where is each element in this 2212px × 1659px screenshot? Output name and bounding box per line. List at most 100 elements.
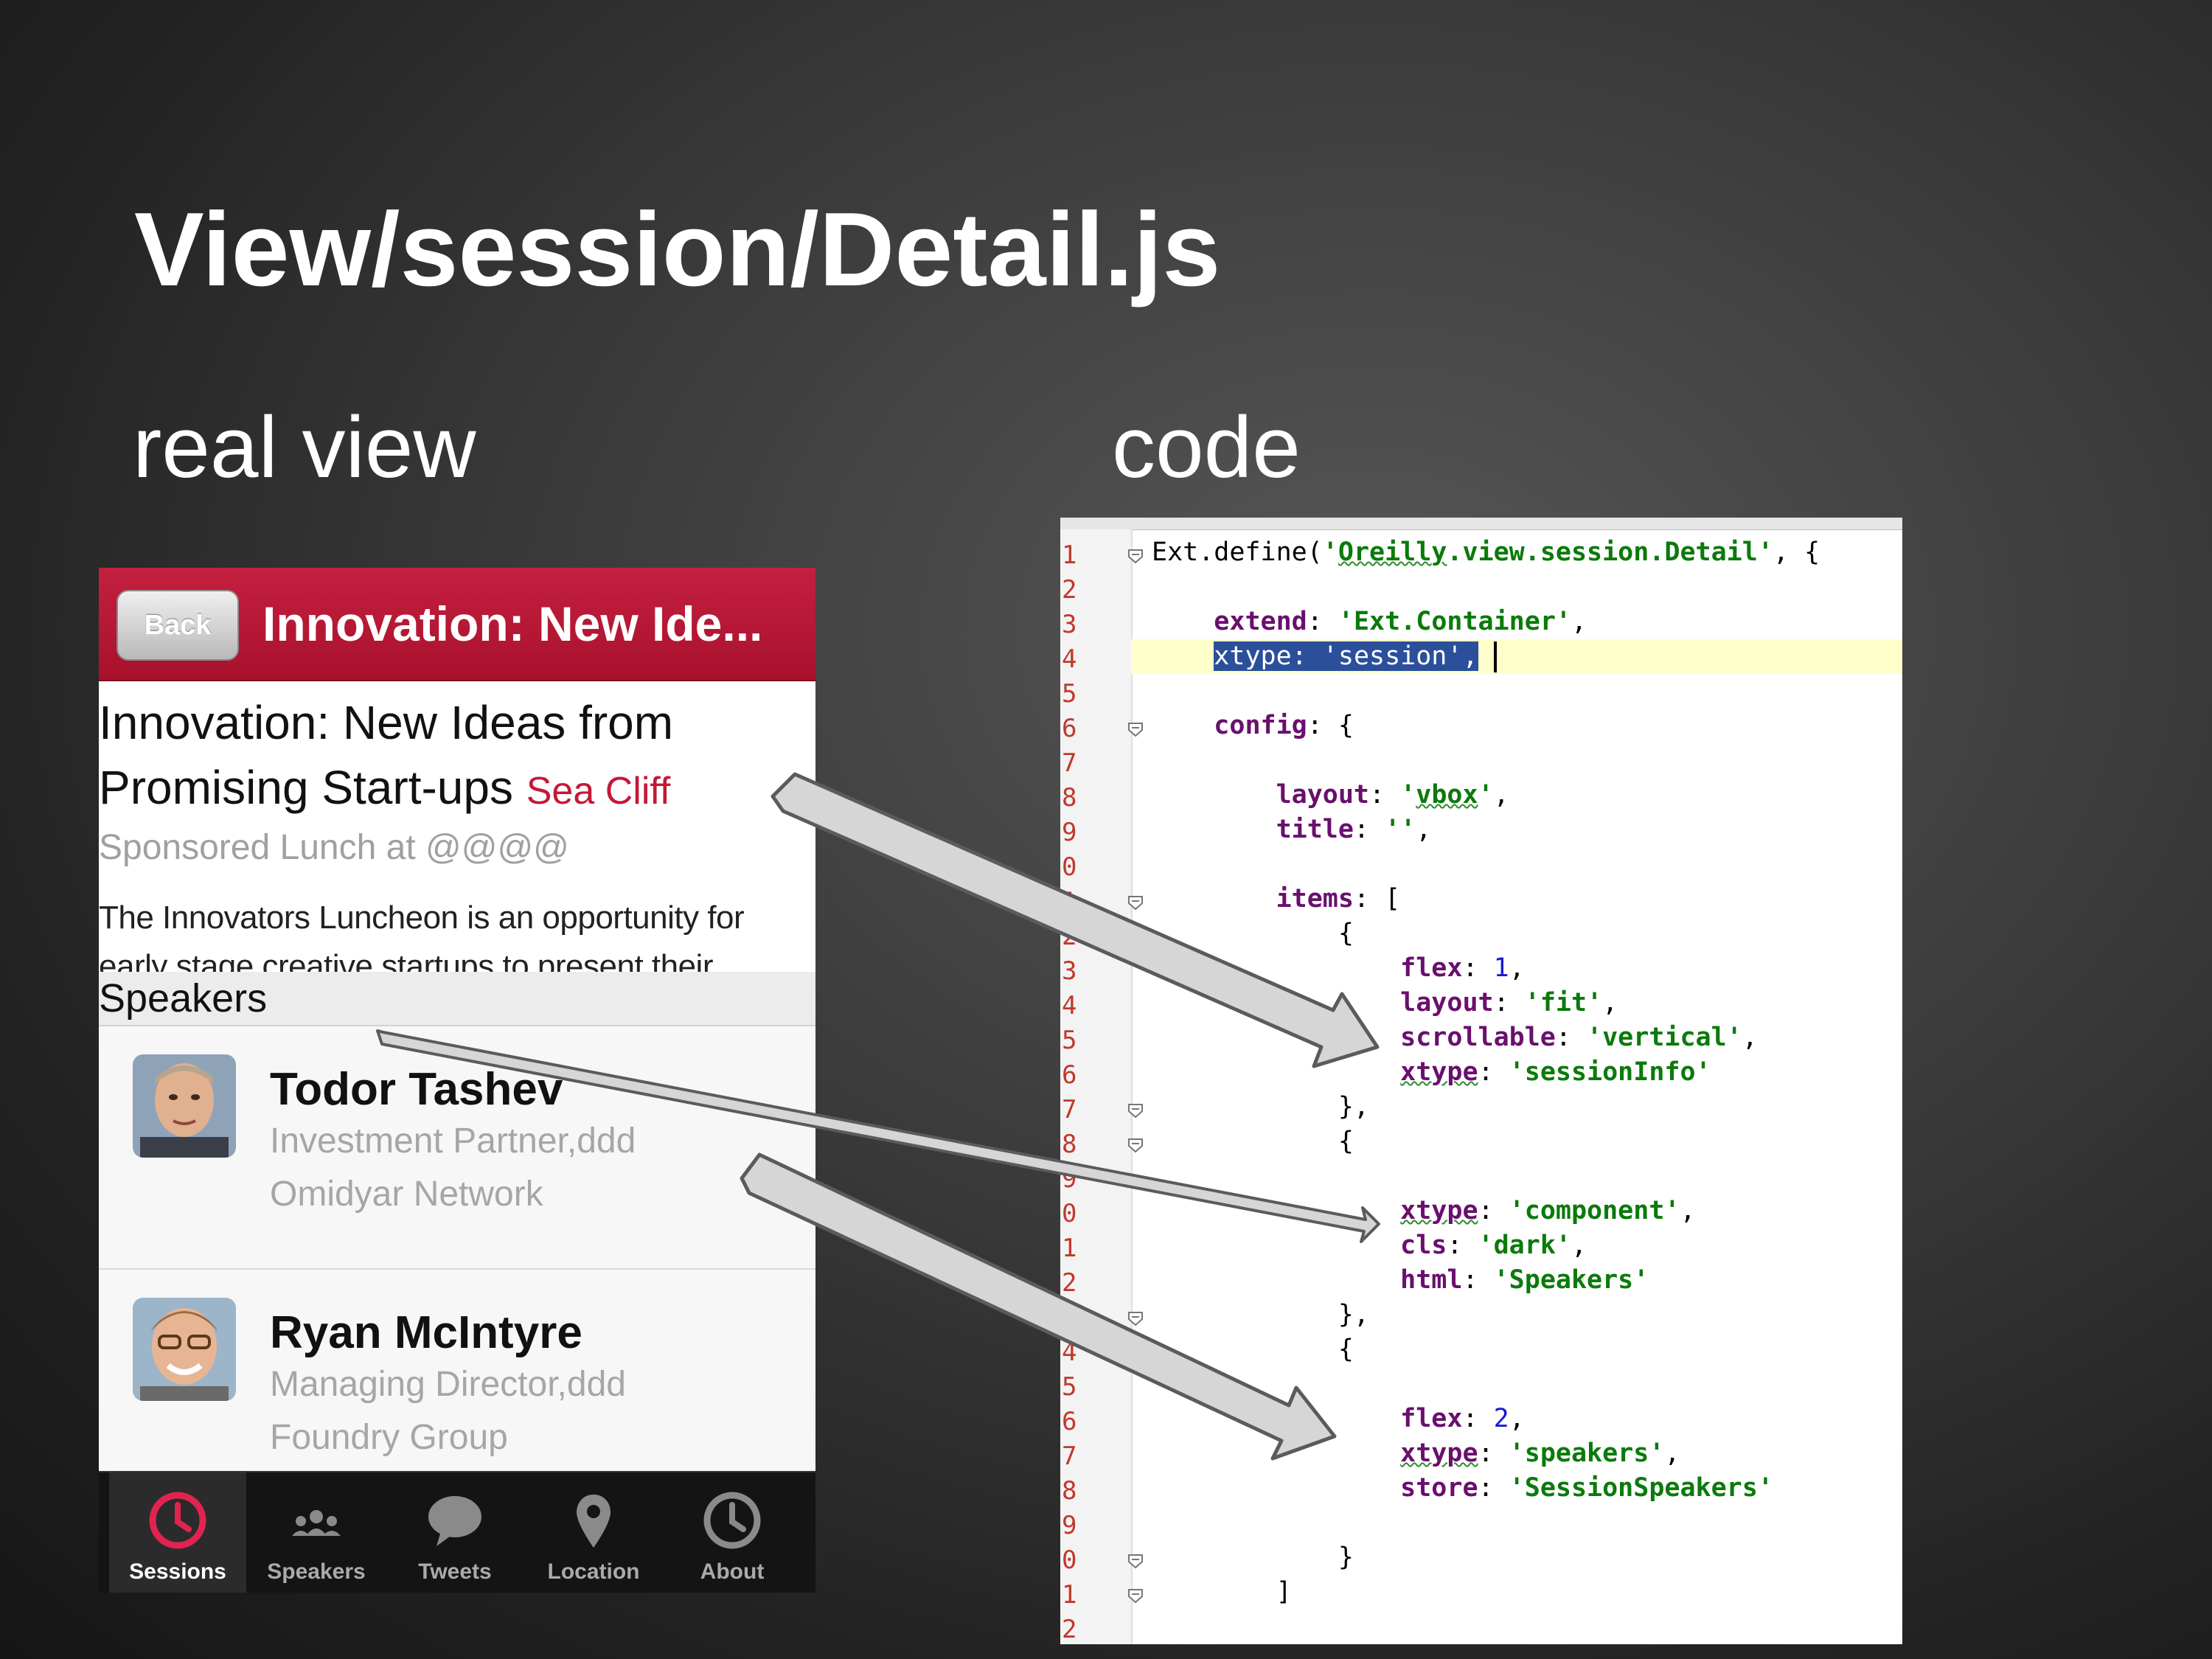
line-number: 0 — [1062, 1199, 1077, 1228]
tab-label: Sessions — [129, 1559, 226, 1584]
code-line: { — [1152, 1127, 1354, 1156]
code-line: html: 'Speakers' — [1400, 1265, 1649, 1295]
room-label: Sea Cliff — [526, 770, 671, 813]
text-caret — [1493, 641, 1497, 672]
fold-marker-icon[interactable] — [1127, 928, 1144, 946]
line-number: 7 — [1062, 748, 1077, 778]
editor-header — [1060, 518, 1902, 530]
line-number: 1 — [1062, 887, 1077, 917]
session-title: Innovation: New Ideas from Promising Sta… — [99, 690, 807, 824]
line-number: 2 — [1062, 922, 1077, 951]
speaker-row[interactable]: Todor Tashev Investment Partner,ddd Omid… — [99, 1026, 815, 1270]
line-number: 3 — [1062, 1303, 1077, 1332]
line-number: 2 — [1062, 1615, 1077, 1644]
line-number: 9 — [1062, 1511, 1077, 1540]
line-number: 8 — [1062, 783, 1077, 813]
code-line: scrollable: 'vertical', — [1400, 1023, 1758, 1052]
tab-label: Location — [547, 1559, 640, 1584]
speech-bubble-icon — [428, 1496, 481, 1546]
avatar — [133, 1298, 236, 1401]
phone-screen: Back Innovation: New Ide... Innovation: … — [99, 568, 815, 1593]
code-line: config: { — [1214, 711, 1354, 740]
title-bar: Back Innovation: New Ide... — [99, 568, 815, 681]
line-number: 4 — [1062, 991, 1077, 1020]
nav-title: Innovation: New Ide... — [262, 597, 763, 651]
line-number: 4 — [1062, 644, 1077, 674]
tab-label: Speakers — [267, 1559, 366, 1584]
fold-marker-icon[interactable] — [1127, 1310, 1144, 1327]
line-number: 6 — [1062, 1407, 1077, 1436]
fold-marker-icon[interactable] — [1127, 1136, 1144, 1154]
fold-marker-icon[interactable] — [1127, 1552, 1144, 1570]
tab-about[interactable]: About — [664, 1472, 801, 1593]
code-line: items: [ — [1276, 884, 1401, 914]
line-number: 1 — [1062, 540, 1077, 570]
fold-marker-icon[interactable] — [1127, 547, 1144, 565]
code-line: layout: 'vbox', — [1276, 780, 1509, 810]
line-number-gutter: 1 2 3 4 5 6 7 8 9 0 1 2 3 4 5 6 7 8 9 0 1 2 3 4 5 6 7 8 9 0 1 2 — [1060, 529, 1143, 1644]
tab-label: About — [700, 1559, 765, 1584]
tab-sessions[interactable]: Sessions — [109, 1472, 246, 1593]
tab-tweets[interactable]: Tweets — [386, 1472, 524, 1593]
fold-marker-icon[interactable] — [1127, 1344, 1144, 1362]
back-button[interactable]: Back — [116, 590, 239, 661]
line-number: 1 — [1062, 1234, 1077, 1263]
speaker-title: Managing Director,ddd — [270, 1365, 626, 1404]
real-view-label: real view — [133, 399, 476, 496]
fold-marker-icon[interactable] — [1127, 720, 1144, 738]
fold-marker-icon[interactable] — [1127, 894, 1144, 911]
speaker-name: Todor Tashev — [270, 1064, 563, 1115]
line-number: 0 — [1062, 852, 1077, 882]
line-number: 5 — [1062, 679, 1077, 709]
code-label: code — [1112, 399, 1301, 496]
session-info-panel[interactable]: Innovation: New Ideas from Promising Sta… — [99, 680, 815, 972]
tab-location[interactable]: Location — [525, 1472, 662, 1593]
code-line: xtype: 'session', — [1152, 639, 1497, 674]
code-line: Ext.define('Oreilly.view.session.Detail'… — [1152, 538, 1820, 567]
avatar — [133, 1054, 236, 1158]
code-line: xtype: 'speakers', — [1400, 1439, 1680, 1468]
tab-speakers[interactable]: Speakers — [248, 1472, 385, 1593]
code-line: { — [1152, 919, 1354, 948]
code-line: store: 'SessionSpeakers' — [1400, 1473, 1773, 1503]
tab-bar: Sessions Speakers Tweets Location About — [99, 1471, 815, 1593]
line-number: 5 — [1062, 1026, 1077, 1055]
line-number: 2 — [1062, 575, 1077, 605]
line-number: 5 — [1062, 1372, 1077, 1402]
fold-marker-icon[interactable] — [1127, 1587, 1144, 1604]
line-number: 4 — [1062, 1338, 1077, 1367]
map-pin-icon — [577, 1495, 611, 1548]
speaker-org: Omidyar Network — [270, 1175, 543, 1214]
slide-title: View/session/Detail.js — [134, 191, 1221, 308]
line-number: 0 — [1062, 1545, 1077, 1575]
people-icon — [292, 1510, 341, 1536]
speaker-org: Foundry Group — [270, 1418, 508, 1457]
speaker-title: Investment Partner,ddd — [270, 1121, 636, 1161]
session-subtitle: Sponsored Lunch at @@@@ — [99, 828, 569, 867]
code-line: xtype: 'sessionInfo' — [1400, 1057, 1711, 1087]
line-number: 6 — [1062, 1060, 1077, 1090]
clock-icon — [149, 1492, 206, 1549]
code-line: flex: 2, — [1400, 1404, 1525, 1433]
line-number: 6 — [1062, 714, 1077, 743]
line-number: 8 — [1062, 1130, 1077, 1159]
line-number: 7 — [1062, 1441, 1077, 1471]
code-line: { — [1152, 1335, 1354, 1364]
code-line: xtype: 'component', — [1400, 1196, 1696, 1225]
code-editor[interactable]: 1 2 3 4 5 6 7 8 9 0 1 2 3 4 5 6 7 8 9 0 1 2 3 4 5 6 7 8 9 0 1 2 Ext.def… — [1060, 518, 1902, 1644]
code-line: extend: 'Ext.Container', — [1214, 607, 1587, 636]
clock-icon — [703, 1492, 761, 1549]
line-number: 7 — [1062, 1095, 1077, 1124]
line-number: 9 — [1062, 1164, 1077, 1194]
code-line: }, — [1152, 1300, 1370, 1329]
line-number: 2 — [1062, 1268, 1077, 1298]
fold-marker-icon[interactable] — [1127, 1102, 1144, 1119]
code-line: ] — [1152, 1577, 1292, 1607]
speakers-header: Speakers — [99, 972, 815, 1026]
line-number: 1 — [1062, 1580, 1077, 1610]
code-line: cls: 'dark', — [1400, 1231, 1587, 1260]
session-description: The Innovators Luncheon is an opportunit… — [99, 900, 745, 972]
line-number: 3 — [1062, 956, 1077, 986]
speaker-name: Ryan McIntyre — [270, 1307, 582, 1358]
code-line: title: '', — [1276, 815, 1432, 844]
